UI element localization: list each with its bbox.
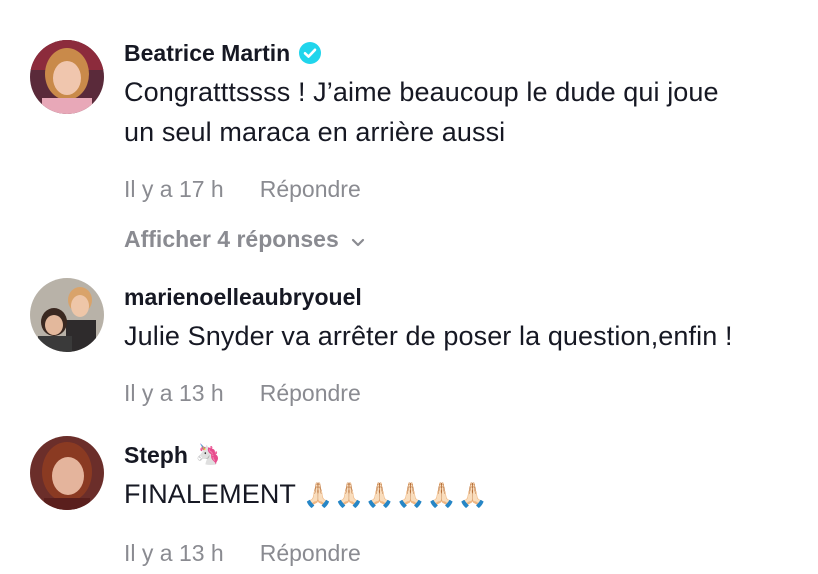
username-text: marienoelleaubryouel xyxy=(124,283,362,310)
avatar[interactable] xyxy=(30,40,104,114)
comment-text-line: Julie Snyder va arrêter de poser la ques… xyxy=(124,321,733,351)
comment-text-line: Congratttssss ! J’aime beaucoup le dude … xyxy=(124,77,719,107)
comment-text-line: un seul maraca en arrière aussi xyxy=(124,117,506,147)
comment-meta: Il y a 13 h Répondre xyxy=(124,378,798,408)
timestamp: Il y a 13 h xyxy=(124,539,224,566)
comment-text: Julie Snyder va arrêter de poser la ques… xyxy=(124,316,798,356)
avatar[interactable] xyxy=(30,278,104,352)
comment-text: Congratttssss ! J’aime beaucoup le dude … xyxy=(124,72,798,152)
username-text: Beatrice Martin xyxy=(124,39,291,66)
timestamp: Il y a 17 h xyxy=(124,175,224,202)
comment-meta: Il y a 13 h Répondre xyxy=(124,538,798,568)
comment-body: Steph 🦄 FINALEMENT 🙏🏻🙏🏻🙏🏻🙏🏻🙏🏻🙏🏻 Il y a 1… xyxy=(124,440,798,568)
comment-body: marienoelleaubryouel Julie Snyder va arr… xyxy=(124,282,798,408)
comment-body: Beatrice Martin Congratttssss ! J’aime b… xyxy=(124,38,798,254)
username[interactable]: marienoelleaubryouel xyxy=(124,282,798,312)
view-replies-button[interactable]: Afficher 4 réponses xyxy=(124,224,798,254)
view-replies-label: Afficher 4 réponses xyxy=(124,225,339,252)
timestamp: Il y a 13 h xyxy=(124,379,224,406)
reply-button[interactable]: Répondre xyxy=(260,176,361,203)
avatar[interactable] xyxy=(30,436,104,510)
username[interactable]: Steph 🦄 xyxy=(124,440,798,470)
username[interactable]: Beatrice Martin xyxy=(124,38,798,68)
reply-button[interactable]: Répondre xyxy=(260,380,361,407)
comment-text-line: FINALEMENT xyxy=(124,479,296,509)
verified-check-icon xyxy=(298,41,322,65)
chevron-down-icon xyxy=(349,230,367,248)
reply-button[interactable]: Répondre xyxy=(260,540,361,567)
praying-hands-emoji: 🙏🏻🙏🏻🙏🏻🙏🏻🙏🏻🙏🏻 xyxy=(303,482,489,509)
unicorn-emoji: 🦄 xyxy=(195,444,221,466)
username-text: Steph xyxy=(124,441,188,468)
comment-text: FINALEMENT 🙏🏻🙏🏻🙏🏻🙏🏻🙏🏻🙏🏻 xyxy=(124,474,798,516)
comment-meta: Il y a 17 h Répondre xyxy=(124,174,798,204)
